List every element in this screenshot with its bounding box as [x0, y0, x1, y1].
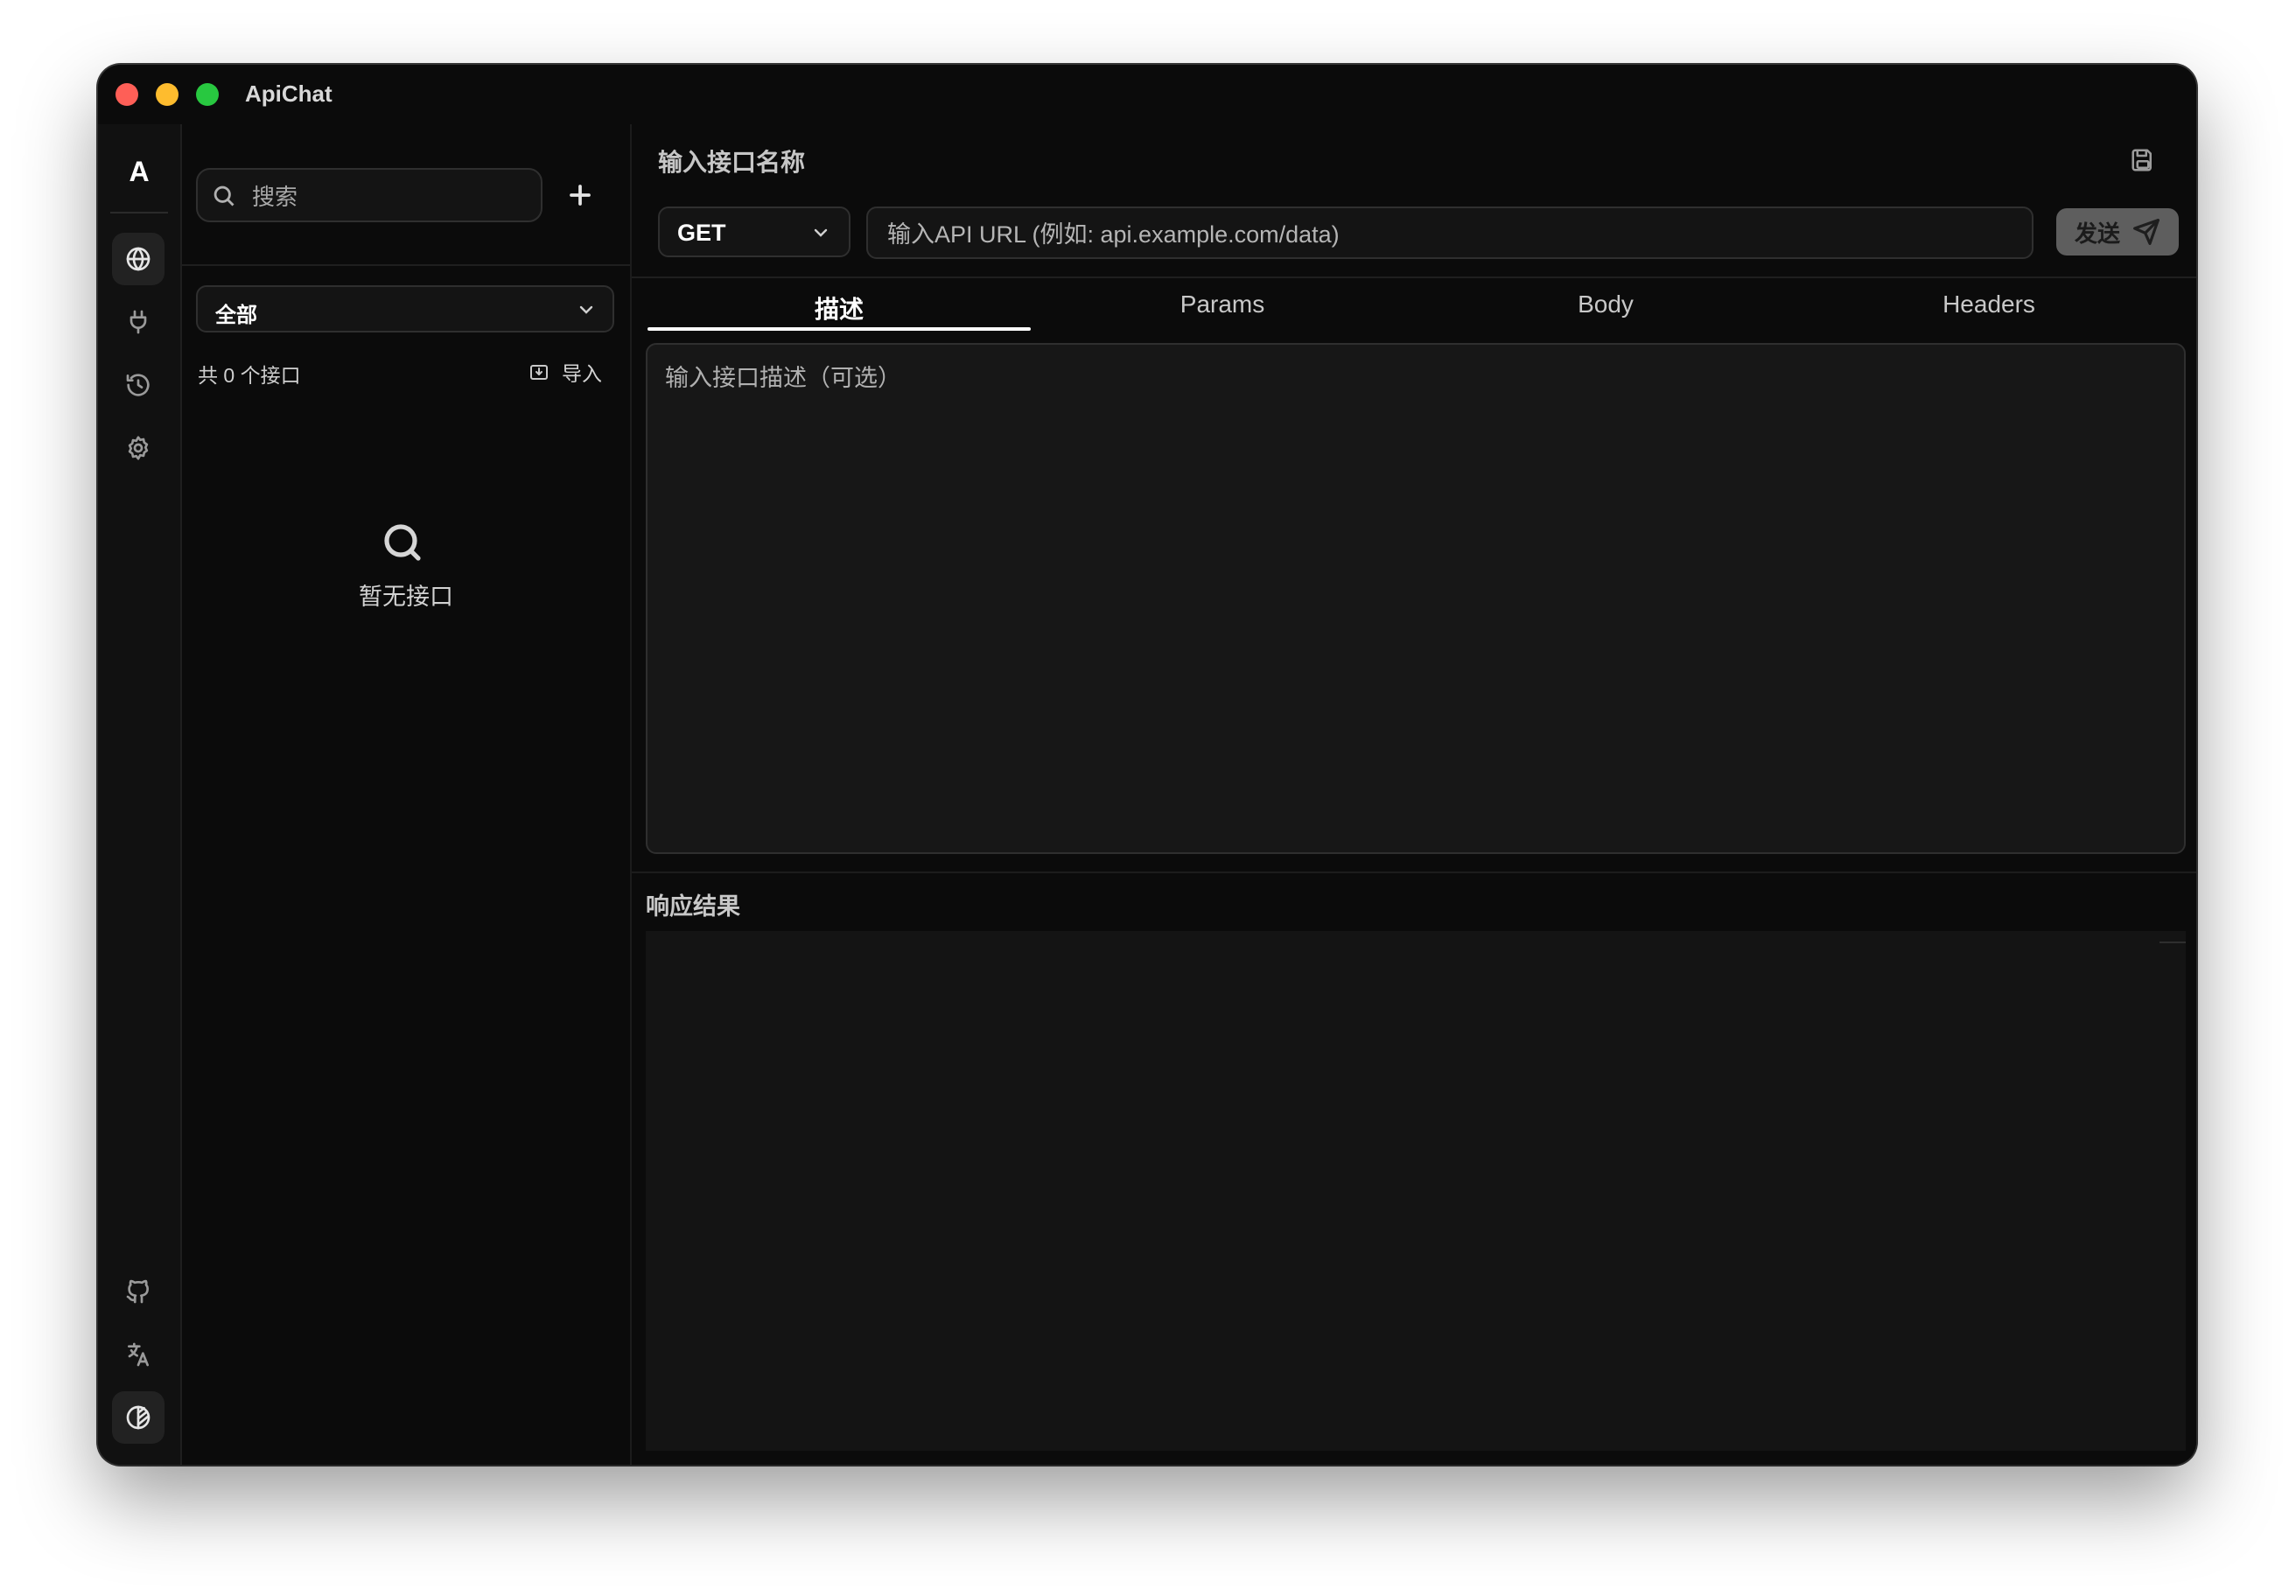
- nav-settings-button[interactable]: [112, 422, 164, 474]
- group-filter-select[interactable]: 全部: [196, 285, 614, 332]
- send-button[interactable]: 发送: [2056, 208, 2179, 256]
- add-api-button[interactable]: [558, 173, 602, 217]
- empty-search-icon: [382, 522, 424, 564]
- search-icon: [214, 186, 234, 206]
- http-method-value: GET: [677, 220, 726, 246]
- plus-icon: [570, 185, 591, 206]
- history-icon: [126, 374, 150, 396]
- github-button[interactable]: [112, 1265, 164, 1318]
- close-window-button[interactable]: [116, 83, 138, 106]
- globe-icon: [126, 247, 150, 271]
- chevron-down-icon: [814, 228, 828, 237]
- app-logo: A: [129, 156, 150, 187]
- response-title: 响应结果: [646, 893, 740, 920]
- response-scroll-marker: [2160, 942, 2186, 943]
- theme-toggle-button[interactable]: [112, 1391, 164, 1444]
- request-tabs: 描述 Params Body Headers: [648, 278, 2180, 331]
- list-divider: [182, 264, 630, 266]
- settings-icon: [128, 436, 149, 460]
- nav-plugins-button[interactable]: [112, 296, 164, 348]
- tab-headers[interactable]: Headers: [1797, 278, 2180, 331]
- save-icon: [2132, 149, 2152, 172]
- group-filter-value: 全部: [215, 304, 257, 327]
- minimize-window-button[interactable]: [156, 83, 178, 106]
- nav-history-button[interactable]: [112, 359, 164, 411]
- zoom-window-button[interactable]: [196, 83, 219, 106]
- search-box: [196, 168, 542, 222]
- api-count-label: 共 0 个接口: [198, 364, 301, 387]
- title-bar: ApiChat: [98, 65, 2196, 124]
- plug-icon: [130, 310, 147, 334]
- chevron-down-icon: [579, 305, 593, 314]
- import-label: 导入: [562, 362, 602, 385]
- theme-toggle-icon: [126, 1405, 150, 1430]
- app-title: ApiChat: [245, 80, 332, 107]
- send-icon: [2133, 219, 2160, 245]
- rail-divider: [110, 212, 168, 214]
- response-divider: [632, 872, 2196, 873]
- url-input[interactable]: [886, 215, 2009, 254]
- api-name-input[interactable]: 输入接口名称: [658, 144, 2058, 178]
- description-box: [646, 343, 2186, 854]
- translate-icon: [128, 1342, 149, 1367]
- search-input[interactable]: [250, 177, 534, 217]
- request-editor: 输入接口名称 GET 发送 描述 Params Body Headers 响应结…: [632, 124, 2196, 1465]
- nav-apis-button[interactable]: [112, 233, 164, 285]
- send-label: 发送: [2074, 220, 2120, 247]
- app-window: ApiChat A 搜索 全部 共 0 个接口 导入 暂无接口 输入接口名称 G…: [98, 65, 2196, 1465]
- empty-state-text: 暂无接口: [359, 584, 453, 610]
- import-button[interactable]: 导入: [528, 357, 602, 387]
- url-field: [866, 206, 2034, 259]
- api-list-panel: 全部 共 0 个接口 导入 暂无接口: [182, 124, 632, 1465]
- tab-body[interactable]: Body: [1414, 278, 1797, 331]
- tab-description[interactable]: 描述: [648, 278, 1031, 331]
- save-button[interactable]: [2130, 147, 2158, 175]
- icon-rail: A: [98, 124, 182, 1465]
- import-icon: [530, 365, 548, 380]
- github-icon: [126, 1279, 149, 1304]
- http-method-select[interactable]: GET: [658, 206, 850, 257]
- description-input[interactable]: [663, 357, 2154, 833]
- tab-params[interactable]: Params: [1031, 278, 1414, 331]
- response-panel: [646, 931, 2186, 1451]
- language-button[interactable]: [112, 1328, 164, 1381]
